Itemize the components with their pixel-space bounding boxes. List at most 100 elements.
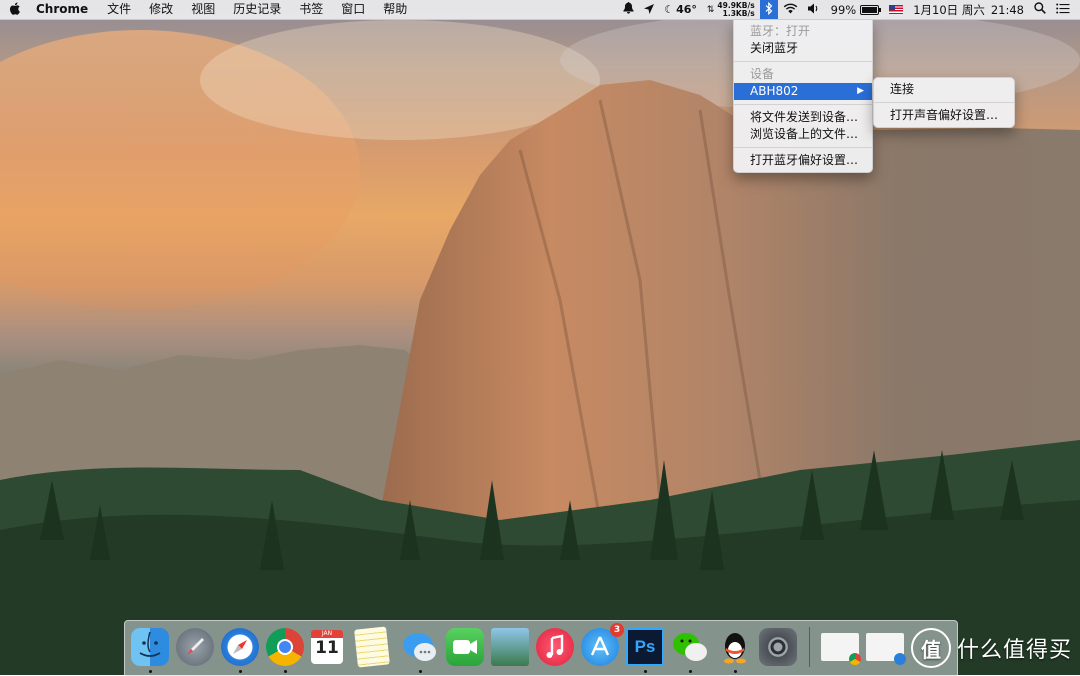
connect-item[interactable]: 连接 [874, 81, 1014, 98]
apple-menu[interactable] [0, 0, 30, 19]
bluetooth-prefs-item[interactable]: 打开蓝牙偏好设置… [734, 152, 872, 169]
net-down-text: 1.3KB/s [722, 8, 755, 18]
menu-history[interactable]: 历史记录 [224, 0, 290, 19]
watermark-text: 什么值得买 [957, 638, 1073, 663]
menu-bookmarks[interactable]: 书签 [290, 0, 332, 19]
date-text: 1月10日 周六 [913, 2, 985, 17]
app-menu-chrome[interactable]: Chrome [30, 0, 98, 19]
menu-file[interactable]: 文件 [98, 0, 140, 19]
menu-window[interactable]: 窗口 [332, 0, 374, 19]
gear-icon [770, 639, 786, 655]
dock-minimized-window-2[interactable] [866, 633, 906, 665]
sound-prefs-item[interactable]: 打开声音偏好设置… [874, 107, 1014, 124]
notification-center-button[interactable] [1051, 0, 1080, 19]
running-indicator [284, 670, 287, 673]
running-indicator [149, 670, 152, 673]
menu-help[interactable]: 帮助 [374, 0, 416, 19]
wechat-icon [673, 633, 707, 661]
dock-finder[interactable] [131, 628, 169, 666]
battery-status[interactable]: 99% [826, 0, 885, 19]
menu-bar-left: Chrome 文件 修改 视图 历史记录 书签 窗口 帮助 [0, 0, 416, 19]
dock-chrome[interactable] [266, 628, 304, 666]
menu-view[interactable]: 视图 [182, 0, 224, 19]
flag-icon [889, 5, 904, 14]
dock-launchpad[interactable] [176, 628, 214, 666]
dock-facetime[interactable] [446, 628, 484, 666]
dock-safari[interactable] [221, 628, 259, 666]
calendar-month: JAN [311, 630, 343, 638]
input-source-status[interactable] [884, 0, 908, 19]
dock-itunes[interactable] [536, 628, 574, 666]
weather-icon: ☾ [664, 3, 675, 16]
bluetooth-icon [765, 1, 773, 18]
bluetooth-status[interactable] [759, 0, 778, 19]
photoshop-label: Ps [634, 637, 656, 656]
weather-status[interactable]: ☾ 46° [659, 0, 702, 19]
time-text: 21:48 [990, 2, 1024, 17]
menu-bar-status: ☾ 46° ⇅ 49.9KB/s 1.3KB/s 99% 1月10日 周六 21… [618, 0, 1080, 19]
submenu-arrow-icon: ▶ [857, 86, 864, 96]
menu-separator [734, 104, 872, 105]
menu-bar: Chrome 文件 修改 视图 历史记录 书签 窗口 帮助 ☾ 46° ⇅ 49… [0, 0, 1080, 20]
volume-icon [807, 3, 821, 17]
volume-status[interactable] [803, 0, 826, 19]
clock[interactable]: 1月10日 周六 21:48 [908, 0, 1029, 19]
menu-edit[interactable]: 修改 [140, 0, 182, 19]
rocket-icon [187, 638, 204, 655]
apple-icon [9, 2, 21, 18]
dock-system-preferences[interactable] [759, 628, 797, 666]
bluetooth-status-label: 蓝牙：打开 [750, 24, 811, 38]
search-icon [1034, 2, 1046, 17]
music-note-icon [546, 634, 564, 658]
dock-messages[interactable] [401, 628, 439, 666]
running-indicator [644, 670, 647, 673]
messages-icon [403, 633, 436, 661]
device-submenu: 连接 打开声音偏好设置… [873, 77, 1015, 128]
compass-icon [233, 640, 247, 654]
dock-minimized-window-1[interactable] [821, 633, 861, 665]
running-indicator [689, 670, 692, 673]
finder-icon [139, 631, 161, 657]
facetime-icon [453, 640, 477, 654]
dock-separator [809, 627, 810, 667]
dock-appstore[interactable]: 3 [581, 623, 624, 666]
send-file-item[interactable]: 将文件发送到设备… [734, 109, 872, 126]
dock-photoshop[interactable]: Ps [626, 628, 664, 666]
location-status[interactable] [639, 0, 659, 19]
turn-off-bluetooth-item[interactable]: 关闭蓝牙 [734, 40, 872, 57]
device-item-abh802[interactable]: ABH802 ▶ [734, 83, 872, 100]
battery-fill [862, 6, 878, 13]
notification-icon [623, 2, 634, 17]
notification-status[interactable] [618, 0, 639, 19]
running-indicator [239, 670, 242, 673]
spotlight-button[interactable] [1029, 0, 1051, 19]
device-name: ABH802 [750, 84, 799, 98]
list-icon [1056, 3, 1070, 17]
running-indicator [734, 670, 737, 673]
temperature-text: 46° [676, 3, 697, 16]
dock-iphoto[interactable] [491, 628, 529, 666]
dock-calendar[interactable]: JAN 11 [311, 630, 343, 664]
wifi-icon [783, 3, 798, 17]
watermark-logo: 值 [911, 628, 951, 668]
dock-wechat[interactable] [671, 628, 709, 666]
wifi-status[interactable] [778, 0, 803, 19]
network-speed-status[interactable]: ⇅ 49.9KB/s 1.3KB/s [702, 0, 760, 19]
location-icon [644, 3, 655, 17]
running-indicator [419, 670, 422, 673]
chrome-icon [277, 639, 293, 655]
dock-notes[interactable] [354, 626, 390, 668]
battery-text: 99% [830, 2, 857, 17]
menu-separator [874, 102, 1014, 103]
dock-qq[interactable] [716, 628, 754, 666]
safari-icon [894, 653, 906, 665]
calendar-day: 11 [315, 638, 339, 658]
qq-penguin-icon [724, 633, 746, 664]
watermark: 值 什么值得买 [911, 628, 1072, 668]
browse-files-item[interactable]: 浏览设备上的文件… [734, 126, 872, 143]
dock: JAN 11 3 Ps [124, 620, 958, 676]
menu-separator [734, 147, 872, 148]
devices-header: 设备 [750, 67, 775, 81]
menu-separator [734, 61, 872, 62]
chrome-icon [849, 653, 861, 665]
